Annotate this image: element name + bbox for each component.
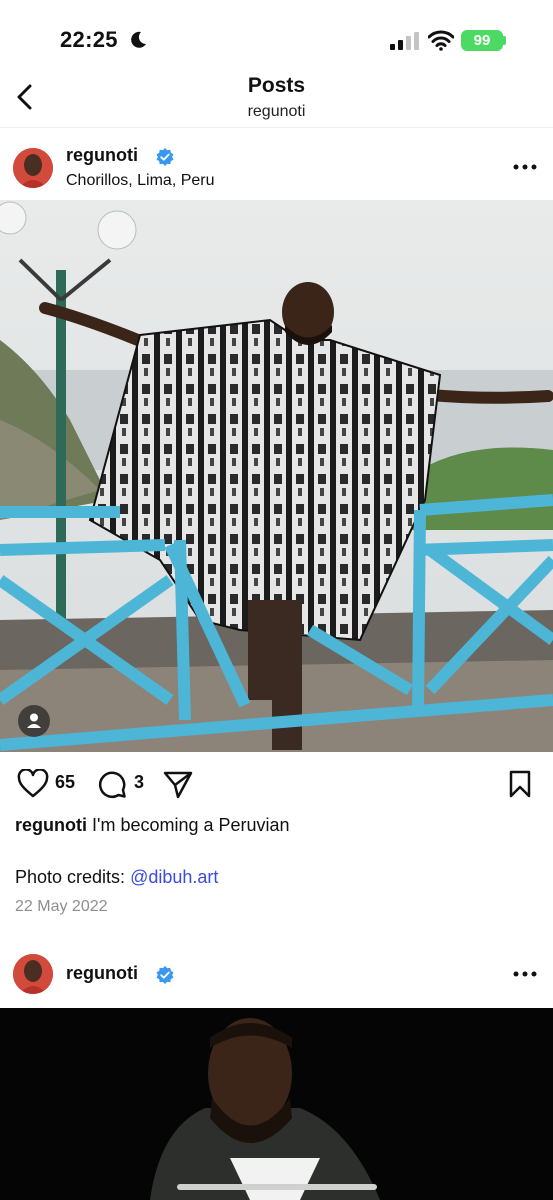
avatar[interactable]: [13, 148, 53, 188]
more-icon[interactable]: [512, 970, 538, 978]
comment-icon[interactable]: [97, 769, 127, 799]
post-username[interactable]: regunoti: [66, 145, 138, 166]
verified-icon: [156, 148, 174, 166]
moon-icon: [131, 31, 146, 48]
page-subtitle: regunoti: [247, 103, 306, 120]
post-photo[interactable]: [0, 200, 553, 752]
battery-indicator: 99: [461, 30, 503, 51]
credits-link[interactable]: @dibuh.art: [130, 867, 218, 887]
wifi-icon: [428, 30, 454, 51]
post-location[interactable]: Chorillos, Lima, Peru: [66, 172, 215, 190]
post-header-2: regunoti: [0, 936, 553, 1008]
photo-credits: Photo credits: @dibuh.art: [15, 867, 218, 888]
verified-icon: [156, 966, 174, 984]
post-header: regunoti Chorillos, Lima, Peru: [0, 130, 553, 202]
post-username[interactable]: regunoti: [66, 963, 138, 984]
page-title: Posts: [247, 74, 306, 97]
battery-cap: [503, 36, 506, 45]
signal-icon: [390, 32, 419, 50]
caption-text: I'm becoming a Peruvian: [92, 815, 290, 835]
post-actions: 65 3: [0, 760, 553, 806]
bookmark-icon[interactable]: [508, 770, 532, 798]
home-indicator: [177, 1184, 377, 1190]
nav-bar: Posts regunoti: [0, 72, 553, 128]
credits-label: Photo credits:: [15, 867, 126, 887]
like-count[interactable]: 65: [55, 772, 75, 793]
share-icon[interactable]: [162, 770, 194, 800]
person-tag-icon[interactable]: [18, 705, 50, 737]
avatar[interactable]: [13, 954, 53, 994]
heart-icon[interactable]: [17, 769, 49, 799]
post-photo-2[interactable]: [0, 1008, 553, 1200]
caption-username[interactable]: regunoti: [15, 815, 87, 835]
post-caption: regunoti I'm becoming a Peruvian: [15, 815, 535, 836]
comment-count[interactable]: 3: [134, 772, 144, 793]
more-icon[interactable]: [512, 163, 538, 171]
status-time: 22:25: [60, 27, 118, 52]
post-date: 22 May 2022: [15, 898, 108, 915]
battery-level: 99: [473, 32, 491, 49]
status-bar: 22:25 99: [0, 0, 553, 72]
